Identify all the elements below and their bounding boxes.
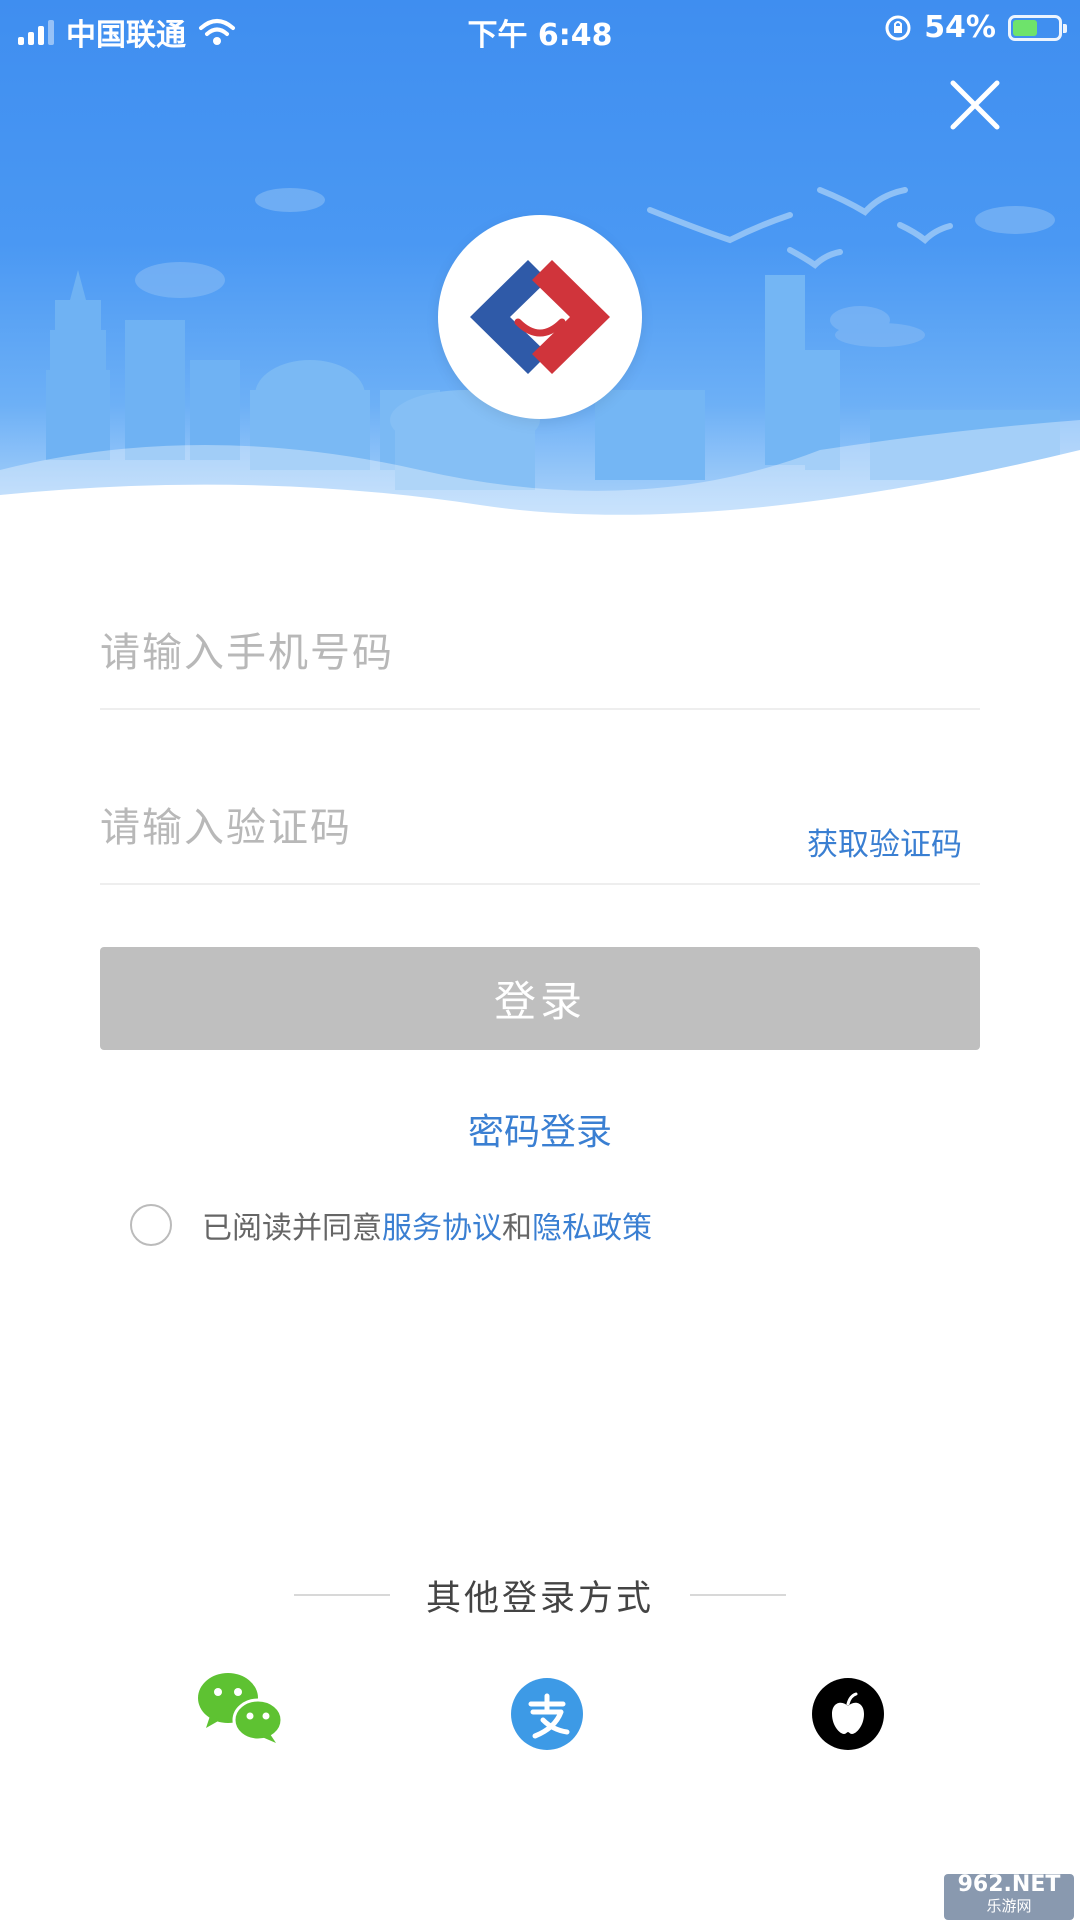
header-banner: 中国联通 下午 6:48 54%	[0, 0, 1080, 540]
login-button[interactable]: 登录	[100, 947, 980, 1050]
phone-input[interactable]	[100, 630, 980, 676]
verification-code-field: 获取验证码	[100, 805, 980, 885]
site-watermark: 962.NET 乐游网	[944, 1874, 1074, 1920]
rotation-lock-icon	[885, 15, 911, 40]
apple-icon[interactable]	[806, 1672, 890, 1756]
agreement-and: 和	[502, 1211, 532, 1246]
get-code-button[interactable]: 获取验证码	[807, 819, 962, 864]
agreement-row: 已阅读并同意 服务协议 和 隐私政策	[130, 1203, 652, 1247]
watermark-sub: 乐游网	[986, 1897, 1032, 1915]
agreement-checkbox[interactable]	[130, 1204, 172, 1246]
battery-icon	[1008, 14, 1067, 41]
app-logo-mark	[470, 260, 610, 374]
phone-field	[100, 630, 980, 710]
service-agreement-link[interactable]: 服务协议	[382, 1203, 502, 1247]
alipay-icon[interactable]	[505, 1672, 589, 1756]
app-logo	[438, 215, 642, 419]
other-login-section: 其他登录方式	[0, 1570, 1080, 1621]
privacy-policy-link[interactable]: 隐私政策	[532, 1203, 652, 1247]
close-icon[interactable]	[945, 75, 1005, 135]
status-bar: 中国联通 下午 6:48 54%	[0, 0, 1080, 56]
wechat-icon[interactable]	[196, 1670, 282, 1744]
divider-right	[690, 1594, 786, 1596]
watermark-brand: 962.NET	[957, 1872, 1061, 1897]
password-login-link[interactable]: 密码登录	[0, 1103, 1080, 1155]
other-login-title: 其他登录方式	[425, 1579, 654, 1619]
agreement-prefix: 已阅读并同意	[202, 1211, 382, 1246]
divider-left	[294, 1594, 390, 1596]
battery-percent: 54%	[924, 10, 996, 45]
verification-code-input[interactable]	[100, 805, 700, 851]
status-right: 54%	[884, 10, 1067, 45]
battery-fill	[1013, 19, 1037, 36]
